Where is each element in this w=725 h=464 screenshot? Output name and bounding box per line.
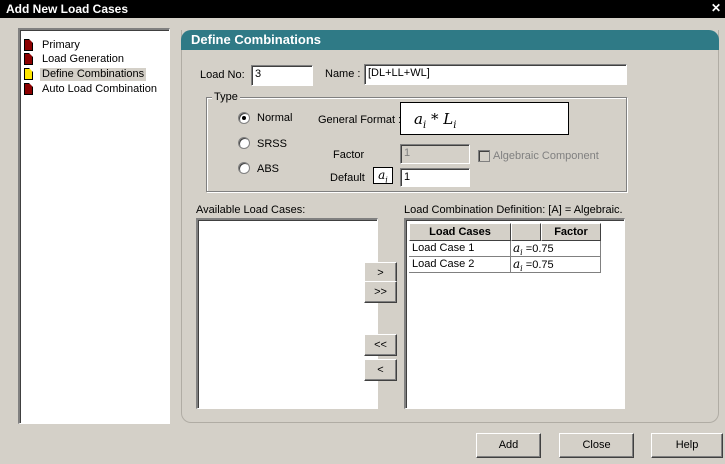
tree-item-label: Auto Load Combination xyxy=(42,83,157,95)
column-header-load-cases[interactable]: Load Cases xyxy=(409,223,511,241)
window-title: Add New Load Cases xyxy=(6,2,129,16)
row-1-eq: = xyxy=(522,243,533,255)
default-ai-symbol: ai xyxy=(373,167,393,184)
row-1-factor-value: 0.75 xyxy=(532,243,554,255)
srss-radio-label: SRSS xyxy=(257,138,287,150)
document-icon xyxy=(24,68,33,80)
document-icon xyxy=(24,39,33,51)
srss-radio[interactable] xyxy=(238,137,250,149)
table-row-2-factor[interactable]: ai =0.75 xyxy=(511,257,601,273)
add-all-button[interactable]: >> xyxy=(364,281,397,303)
normal-radio[interactable] xyxy=(238,112,250,124)
row-2-eq: = xyxy=(522,259,533,271)
tree-item-label: Define Combinations xyxy=(40,68,147,81)
factor-label: Factor xyxy=(333,149,365,161)
normal-radio-label: Normal xyxy=(257,112,293,124)
load-no-input[interactable]: 3 xyxy=(251,65,313,86)
formula-sub-2: i xyxy=(453,120,457,131)
algebraic-component-label: Algebraic Component xyxy=(493,150,599,162)
abs-radio-label: ABS xyxy=(257,163,280,175)
remove-one-button[interactable]: < xyxy=(364,359,397,381)
general-format-label: General Format : xyxy=(318,114,402,126)
formula-operator: * xyxy=(430,110,444,128)
algebraic-component-checkbox[interactable] xyxy=(478,150,490,162)
table-row-1-factor[interactable]: ai =0.75 xyxy=(511,241,601,257)
name-label: Name : xyxy=(325,68,361,80)
combination-table[interactable]: Load Cases Factor Load Case 1 ai =0.75 L… xyxy=(404,218,625,409)
close-icon[interactable]: ✕ xyxy=(709,1,723,16)
available-load-cases-label: Available Load Cases: xyxy=(196,204,306,216)
general-format-formula: ai * Li xyxy=(400,102,569,135)
default-sub: i xyxy=(385,175,388,185)
default-input[interactable]: 1 xyxy=(400,168,470,187)
help-button[interactable]: Help xyxy=(651,433,723,458)
document-icon xyxy=(24,53,33,65)
panel-title: Define Combinations xyxy=(181,30,719,50)
name-input[interactable]: [DL+LL+WL] xyxy=(364,64,627,85)
add-button[interactable]: Add xyxy=(476,433,541,458)
formula-a: a xyxy=(414,110,423,128)
default-label: Default xyxy=(330,172,365,184)
abs-radio[interactable] xyxy=(238,162,250,174)
row-2-factor-value: 0.75 xyxy=(532,259,554,271)
table-row-2-case[interactable]: Load Case 2 xyxy=(409,257,511,273)
factor-input[interactable]: 1 xyxy=(400,144,470,164)
window-title-bar: Add New Load Cases xyxy=(0,0,725,18)
load-case-tree[interactable]: Primary Load Generation Define Combinati… xyxy=(18,28,170,424)
formula-sub: i xyxy=(422,120,427,131)
column-header-blank[interactable] xyxy=(511,223,541,241)
table-row-1-case[interactable]: Load Case 1 xyxy=(409,241,511,257)
column-header-factor[interactable]: Factor xyxy=(541,223,601,241)
available-load-cases-list[interactable] xyxy=(196,218,378,409)
formula-l: L xyxy=(443,110,454,128)
load-no-label: Load No: xyxy=(200,69,245,81)
remove-all-button[interactable]: << xyxy=(364,334,397,356)
tree-item-label: Primary xyxy=(42,39,80,51)
tree-item-label: Load Generation xyxy=(42,53,124,65)
combination-definition-label: Load Combination Definition: [A] = Algeb… xyxy=(404,204,623,216)
document-icon xyxy=(24,83,33,95)
close-button[interactable]: Close xyxy=(559,433,634,458)
type-group-legend: Type xyxy=(212,91,240,104)
